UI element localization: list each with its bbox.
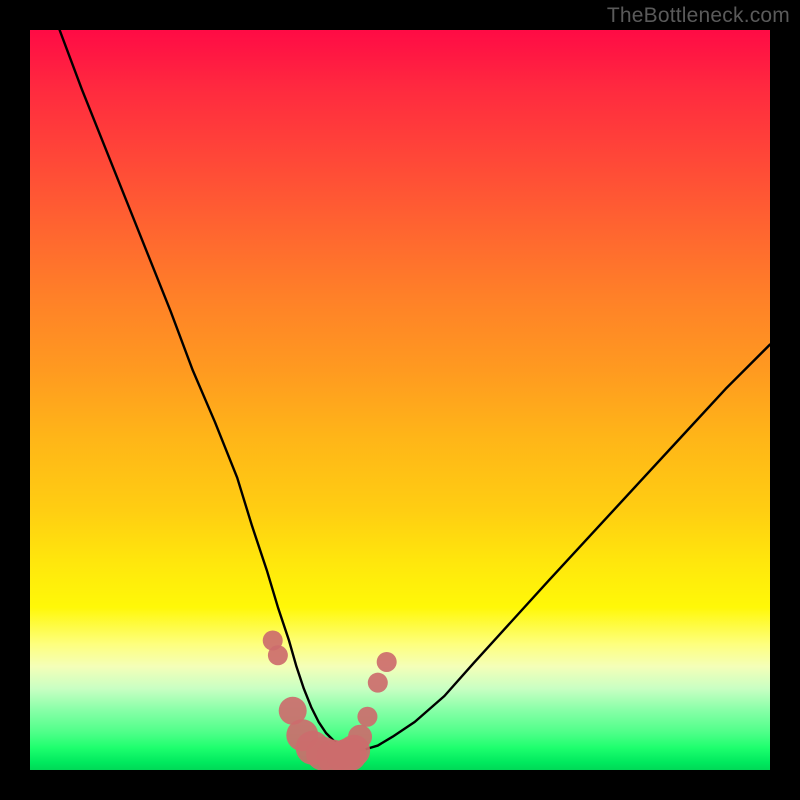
plot-area: [30, 30, 770, 770]
optimal-marker: [268, 645, 288, 665]
watermark-text: TheBottleneck.com: [607, 4, 790, 28]
optimal-marker: [368, 673, 388, 693]
chart-frame: TheBottleneck.com: [0, 0, 800, 800]
optimal-marker: [348, 725, 372, 749]
chart-svg: [30, 30, 770, 770]
curve-layer: [60, 30, 770, 750]
optimal-marker: [377, 652, 397, 672]
marker-layer: [263, 631, 397, 771]
optimal-marker: [357, 707, 377, 727]
bottleneck-curve: [60, 30, 770, 750]
